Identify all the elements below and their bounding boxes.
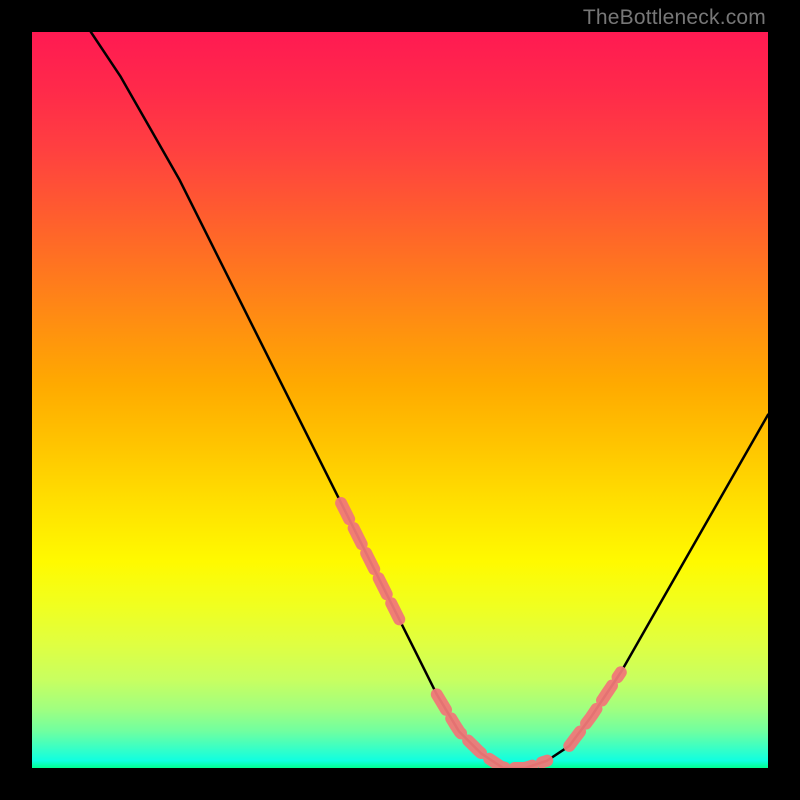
marker-segment-1 [437,694,547,768]
marker-group [341,503,621,768]
marker-segment-0 [341,503,400,621]
marker-segment-2 [569,672,621,746]
curve-group [91,32,768,768]
curve-svg [32,32,768,768]
bottleneck-curve [91,32,768,768]
plot-area [32,32,768,768]
chart-container: TheBottleneck.com [0,0,800,800]
watermark-text: TheBottleneck.com [583,6,766,30]
